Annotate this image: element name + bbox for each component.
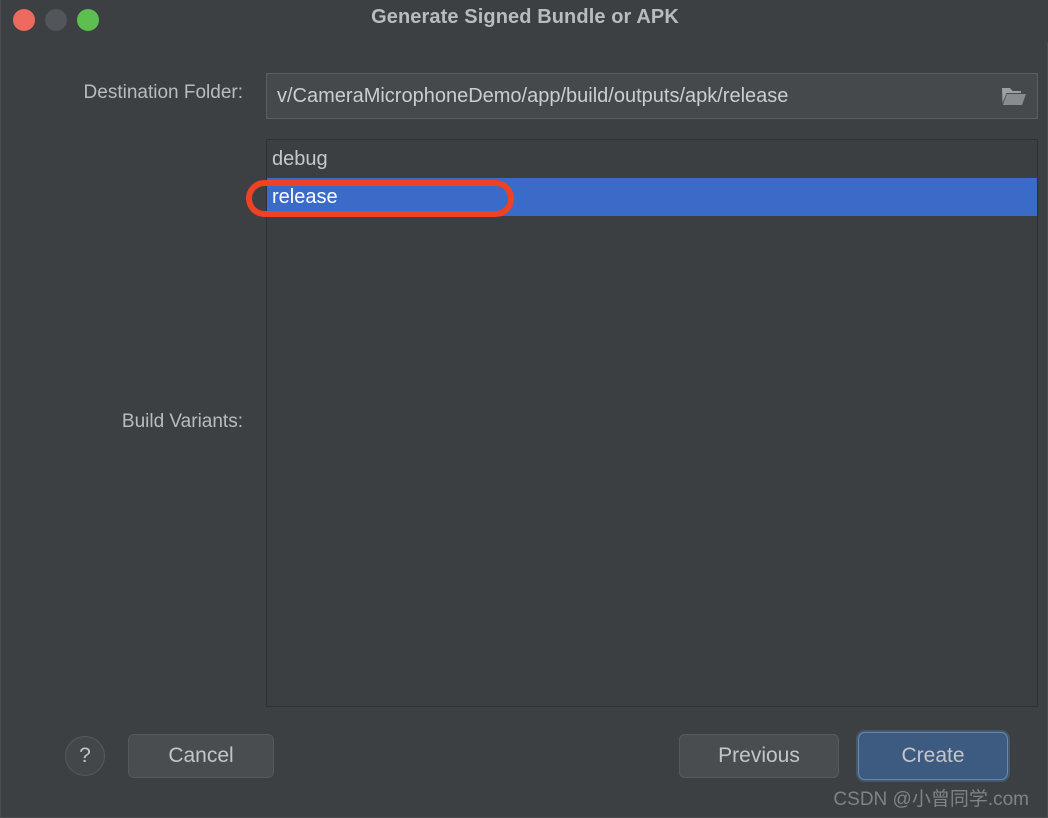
previous-button[interactable]: Previous xyxy=(679,734,839,778)
title-bar: Generate Signed Bundle or APK xyxy=(1,0,1048,42)
create-button[interactable]: Create xyxy=(858,732,1008,780)
destination-folder-input[interactable] xyxy=(267,74,991,118)
folder-icon[interactable] xyxy=(991,74,1037,118)
watermark-text: CSDN @小曾同学.com xyxy=(833,789,1029,810)
list-item[interactable]: debug xyxy=(267,140,1037,178)
destination-folder-field[interactable] xyxy=(266,73,1038,119)
destination-folder-label: Destination Folder: xyxy=(83,82,243,103)
page-title: Generate Signed Bundle or APK xyxy=(371,6,679,28)
help-button[interactable]: ? xyxy=(65,736,105,776)
build-variants-label: Build Variants: xyxy=(121,411,243,432)
generate-signed-bundle-dialog: Generate Signed Bundle or APK Destinatio… xyxy=(0,0,1048,818)
build-variants-list[interactable]: debug release xyxy=(266,139,1038,707)
cancel-button[interactable]: Cancel xyxy=(128,734,274,778)
list-item[interactable]: release xyxy=(267,178,1037,216)
